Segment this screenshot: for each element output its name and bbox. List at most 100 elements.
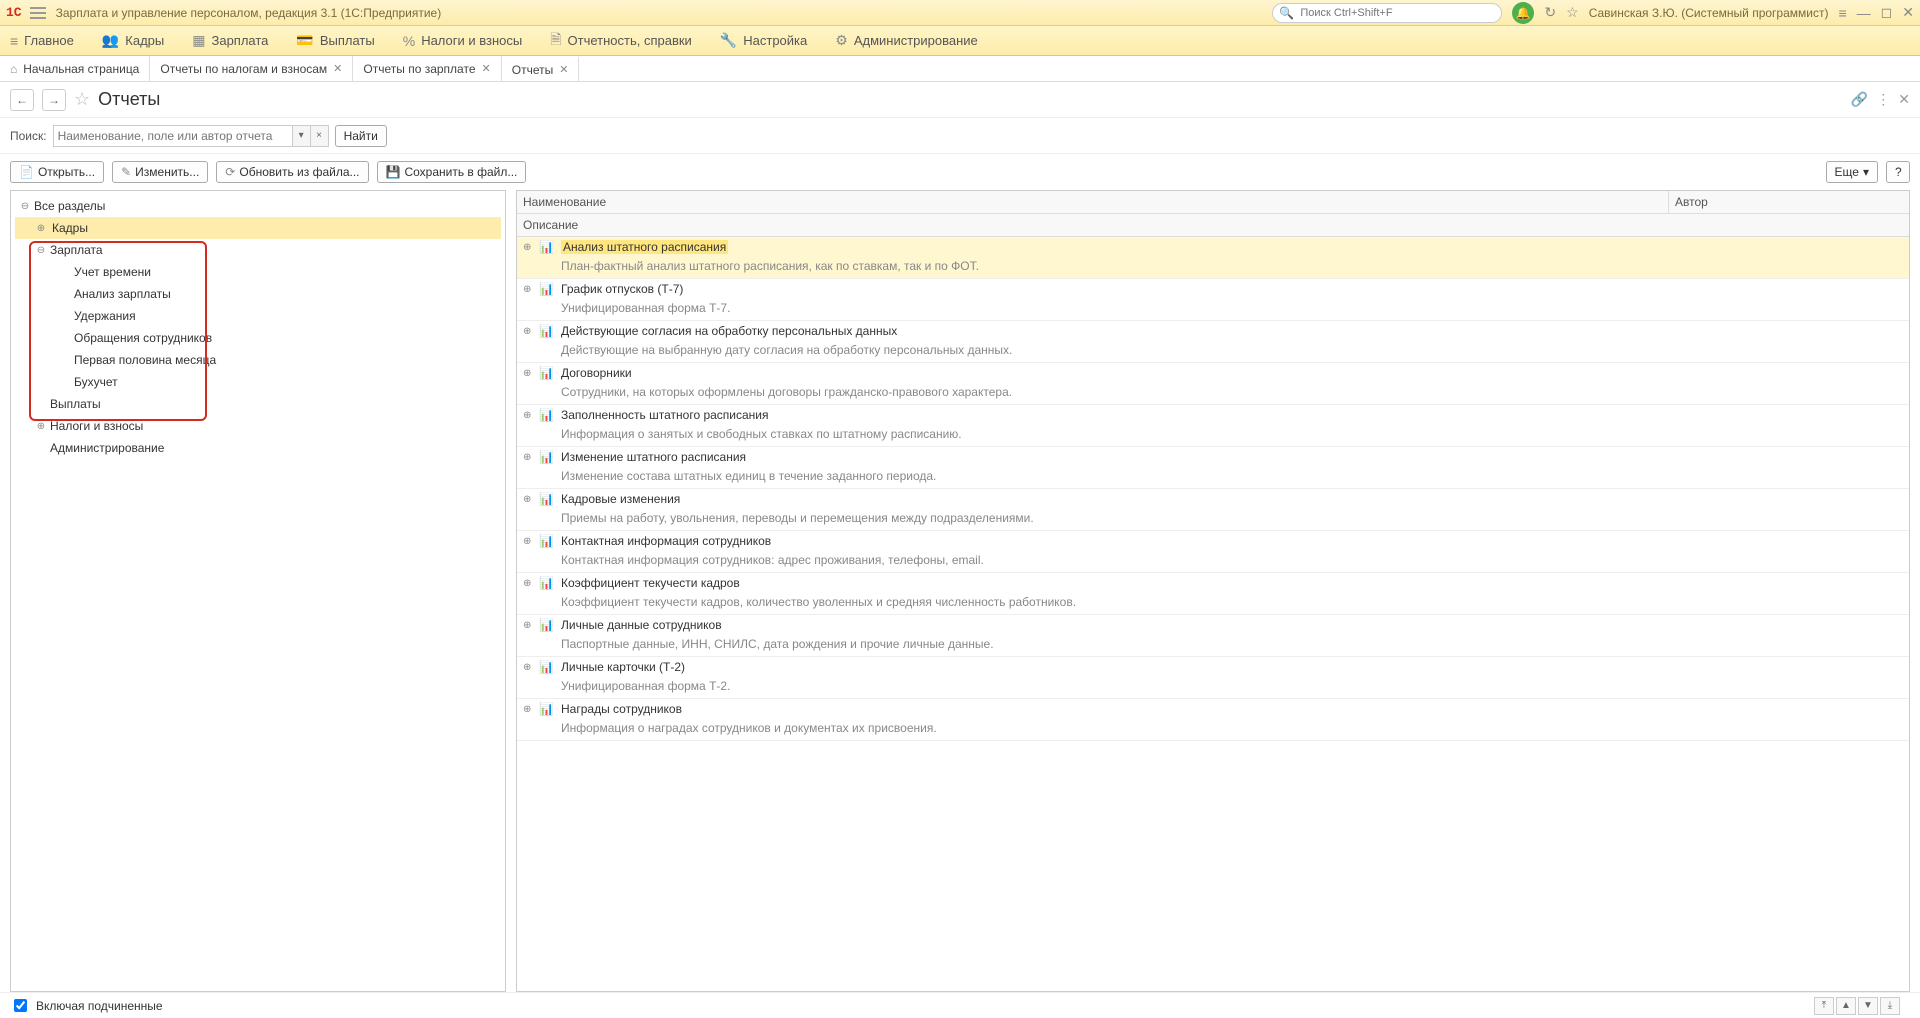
tree-row[interactable]: ⊕Налоги и взносы [15,415,501,437]
tab-close-icon[interactable]: ✕ [559,63,568,76]
grid-row[interactable]: ⊕📊Личные данные сотрудниковПаспортные да… [517,615,1909,657]
row-expand-icon[interactable]: ⊕ [523,326,533,337]
main-menu-item-5[interactable]: 🗎Отчетность, справки [550,29,692,53]
menu-item-label: Зарплата [211,33,268,48]
row-expand-icon[interactable]: ⊕ [523,704,533,715]
tree-row[interactable]: Удержания [15,305,501,327]
grid-row[interactable]: ⊕📊Контактная информация сотрудниковКонта… [517,531,1909,573]
row-expand-icon[interactable]: ⊕ [523,578,533,589]
grid-row[interactable]: ⊕📊Личные карточки (Т-2)Унифицированная ф… [517,657,1909,699]
main-menu-item-1[interactable]: 👥Кадры [102,32,164,49]
user-name[interactable]: Савинская З.Ю. (Системный программист) [1589,6,1829,20]
tab-0[interactable]: ⌂Начальная страница [0,56,150,81]
chevron-down-icon: ▾ [1863,165,1869,179]
grid-row[interactable]: ⊕📊Заполненность штатного расписанияИнфор… [517,405,1909,447]
expand-icon[interactable]: ⊕ [35,421,47,432]
update-label: Обновить из файла... [239,165,359,179]
maximize-icon[interactable]: ◻ [1881,4,1893,21]
row-expand-icon[interactable]: ⊕ [523,284,533,295]
row-expand-icon[interactable]: ⊕ [523,452,533,463]
row-expand-icon[interactable]: ⊕ [523,620,533,631]
grid-row[interactable]: ⊕📊Коэффициент текучести кадровКоэффициен… [517,573,1909,615]
grid-row[interactable]: ⊕📊График отпусков (Т-7)Унифицированная ф… [517,279,1909,321]
main-menu-item-0[interactable]: ≡Главное [10,33,74,49]
grid-row[interactable]: ⊕📊ДоговорникиСотрудники, на которых офор… [517,363,1909,405]
grid-row[interactable]: ⊕📊Действующие согласия на обработку перс… [517,321,1909,363]
row-title: Действующие согласия на обработку персон… [561,324,897,338]
open-button[interactable]: 📄Открыть... [10,161,104,183]
grid-row[interactable]: ⊕📊Изменение штатного расписанияИзменение… [517,447,1909,489]
row-expand-icon[interactable]: ⊕ [523,242,533,253]
search-label: Поиск: [10,129,47,143]
link-icon[interactable]: 🔗 [1851,91,1868,108]
favorites-icon[interactable]: ☆ [1566,4,1579,21]
tree-row[interactable]: Учет времени [15,261,501,283]
global-search[interactable]: 🔍 [1272,3,1502,23]
tab-3[interactable]: Отчеты✕ [502,56,580,81]
main-menu-item-4[interactable]: %Налоги и взносы [403,33,523,49]
tree-row[interactable]: Администрирование [15,437,501,459]
expand-icon[interactable]: ⊖ [19,201,31,212]
grid-header-author[interactable]: Автор [1669,191,1909,213]
edit-button[interactable]: ✎Изменить... [112,161,208,183]
expand-icon[interactable]: ⊕ [35,223,47,234]
save-to-file-button[interactable]: 💾Сохранить в файл... [377,161,527,183]
tree-row[interactable]: ⊖Все разделы [15,195,501,217]
main-menu-item-6[interactable]: 🔧Настройка [720,32,807,49]
tab-2[interactable]: Отчеты по зарплате✕ [353,56,501,81]
nav-forward-button[interactable]: → [42,89,66,111]
menu-item-icon: 👥 [102,32,119,49]
tree-row[interactable]: ⊕Кадры [15,217,501,239]
history-icon[interactable]: ↻ [1544,4,1556,21]
footer-up-button[interactable]: ▲ [1836,997,1856,1015]
footer-top-button[interactable]: ⤒ [1814,997,1834,1015]
search-input[interactable] [53,125,293,147]
row-desc: Унифицированная форма Т-2. [517,677,1909,698]
global-search-input[interactable] [1298,6,1495,20]
minimize-icon[interactable]: — [1857,5,1871,21]
find-button[interactable]: Найти [335,125,387,147]
expand-icon[interactable]: ⊖ [35,245,47,256]
update-from-file-button[interactable]: ⟳Обновить из файла... [216,161,368,183]
notifications-icon[interactable]: 🔔 [1512,2,1534,24]
footer-bottom-button[interactable]: ⤓ [1880,997,1900,1015]
tree-label: Учет времени [74,265,151,279]
row-expand-icon[interactable]: ⊕ [523,494,533,505]
settings-icon[interactable]: ≡ [1838,5,1846,21]
tree-row[interactable]: Выплаты [15,393,501,415]
more-icon[interactable]: ⋮ [1876,91,1890,108]
star-icon[interactable]: ☆ [74,89,90,110]
search-clear-button[interactable]: × [311,125,329,147]
tab-close-icon[interactable]: ✕ [333,62,342,75]
close-icon[interactable]: ✕ [1902,4,1914,21]
tree-row[interactable]: Бухучет [15,371,501,393]
main-menu-item-2[interactable]: ▦Зарплата [192,32,268,49]
footer-down-button[interactable]: ▼ [1858,997,1878,1015]
home-icon: ⌂ [10,62,17,76]
more-button[interactable]: Еще ▾ [1826,161,1878,183]
menu-icon[interactable] [30,7,46,19]
tab-close-icon[interactable]: ✕ [482,62,491,75]
tree-row[interactable]: Обращения сотрудников [15,327,501,349]
search-dropdown-button[interactable]: ▾ [293,125,311,147]
tree-row[interactable]: Первая половина месяца [15,349,501,371]
tab-1[interactable]: Отчеты по налогам и взносам✕ [150,56,353,81]
grid-header-name[interactable]: Наименование [517,191,1669,213]
nav-back-button[interactable]: ← [10,89,34,111]
grid-row[interactable]: ⊕📊Анализ штатного расписанияПлан-фактный… [517,237,1909,279]
row-expand-icon[interactable]: ⊕ [523,410,533,421]
include-children-checkbox[interactable]: Включая подчиненные [10,996,163,1015]
close-page-icon[interactable]: ✕ [1898,91,1910,108]
row-expand-icon[interactable]: ⊕ [523,536,533,547]
grid-row[interactable]: ⊕📊Кадровые измененияПриемы на работу, ув… [517,489,1909,531]
tree-row[interactable]: Анализ зарплаты [15,283,501,305]
help-button[interactable]: ? [1886,161,1910,183]
row-desc: Унифицированная форма Т-7. [517,299,1909,320]
main-menu-item-7[interactable]: ⚙Администрирование [835,32,978,49]
row-expand-icon[interactable]: ⊕ [523,662,533,673]
grid-row[interactable]: ⊕📊Награды сотрудниковИнформация о наград… [517,699,1909,741]
tree-row[interactable]: ⊖Зарплата [15,239,501,261]
row-expand-icon[interactable]: ⊕ [523,368,533,379]
include-children-input[interactable] [14,999,27,1012]
main-menu-item-3[interactable]: 💳Выплаты [296,32,374,49]
